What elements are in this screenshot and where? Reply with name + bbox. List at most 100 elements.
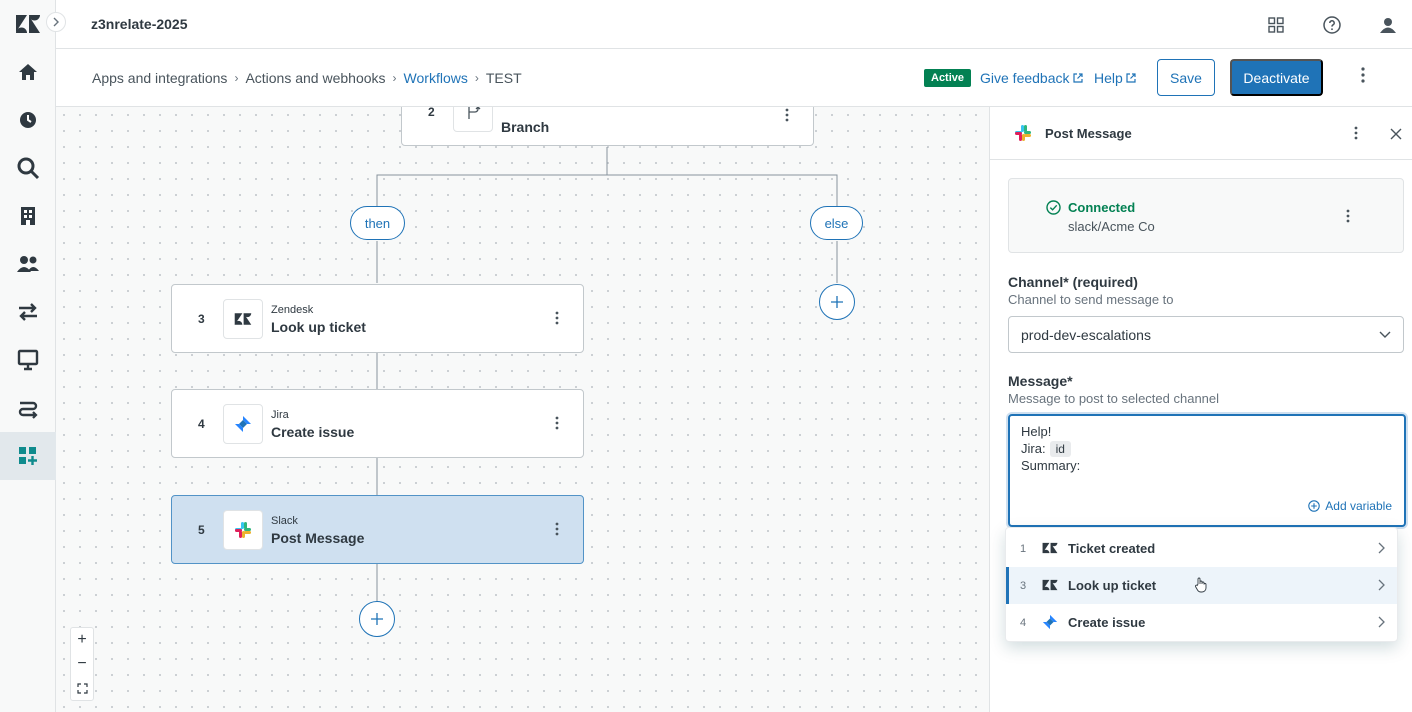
channel-hint: Channel to send message to [1008,292,1174,307]
add-step-else-button[interactable] [819,284,855,320]
workflow-icon [18,401,38,419]
breadcrumb-actions[interactable]: Actions and webhooks [245,70,385,86]
message-line-1: Help! [1021,424,1052,439]
hand-cursor-icon [1195,577,1207,593]
step-options-button[interactable] [555,416,559,433]
workflow-step-5[interactable]: 5 Slack Post Message [171,495,584,564]
message-textarea[interactable]: Help! Jira: id Summary: Add variable [1008,414,1406,527]
user-icon [1380,18,1396,33]
workflow-canvas[interactable]: 2 Branch then else 3 Zendesk Look up tic… [56,107,989,712]
branch-else-pill[interactable]: else [810,206,863,240]
save-button[interactable]: Save [1157,59,1215,96]
step-options-button[interactable] [785,108,789,125]
step-title: Look up ticket [271,319,366,335]
top-header: z3nrelate-2025 [56,0,1412,49]
collapse-nav-button[interactable] [46,12,66,32]
close-panel-button[interactable] [1390,127,1402,143]
panel-options-button[interactable] [1354,126,1358,143]
connection-options-button[interactable] [1346,209,1350,226]
breadcrumb-workflows[interactable]: Workflows [404,70,468,86]
deactivate-button[interactable]: Deactivate [1230,59,1323,96]
workflow-step-4[interactable]: 4 Jira Create issue [171,389,584,458]
profile-button[interactable] [1377,14,1399,36]
chevron-right-icon: › [234,71,239,85]
branch-then-pill[interactable]: then [350,206,405,240]
zendesk-icon [1042,579,1058,591]
jira-app-icon [223,404,263,444]
search-icon [17,157,40,180]
connection-card: Connected slack/Acme Co [1008,178,1404,253]
channel-value: prod-dev-escalations [1021,327,1151,343]
add-step-button[interactable] [359,601,395,637]
nav-organizations[interactable] [0,192,56,240]
add-variable-label: Add variable [1325,499,1392,513]
step-number: 3 [198,311,205,326]
fit-screen-icon [76,682,88,694]
step-title: Branch [501,119,550,135]
monitor-icon [17,349,39,371]
users-icon [17,256,39,272]
option-number: 1 [1020,542,1027,555]
message-label: Message* [1008,373,1073,389]
step-number: 2 [428,107,435,119]
zendesk-logo-icon[interactable] [14,12,42,38]
channel-select[interactable]: prod-dev-escalations [1008,316,1404,353]
arrows-icon [19,303,37,321]
step-options-button[interactable] [555,311,559,328]
help-link[interactable]: Help [1094,70,1136,86]
nav-reporting[interactable] [0,288,56,336]
panel-header: Post Message [990,107,1412,160]
product-tray-button[interactable] [1265,14,1287,36]
add-variable-button[interactable]: Add variable [1308,499,1392,513]
nav-workflows[interactable] [0,384,56,432]
breadcrumb-apps[interactable]: Apps and integrations [92,70,227,86]
channel-label: Channel* (required) [1008,274,1138,290]
chevron-right-icon [1378,616,1385,628]
kebab-icon [1346,209,1350,223]
workflow-step-branch[interactable]: 2 Branch [401,107,814,146]
nav-workspaces[interactable] [0,336,56,384]
option-number: 3 [1020,579,1027,592]
nav-views[interactable] [0,96,56,144]
give-feedback-link[interactable]: Give feedback [980,70,1083,86]
jira-icon [1042,614,1058,630]
message-line-2-text: Jira: [1021,441,1046,456]
help-label: Help [1094,70,1123,86]
nav-search[interactable] [0,144,56,192]
step-options-button[interactable] [555,522,559,539]
kebab-icon [1361,67,1365,83]
zoom-out-button[interactable]: − [71,652,93,676]
more-options-button[interactable] [1361,67,1365,86]
plus-circle-icon [1308,500,1321,512]
zoom-in-button[interactable]: + [71,628,93,652]
clock-icon [20,112,36,128]
help-center-button[interactable] [1321,14,1343,36]
page-toolbar: Apps and integrations › Actions and webh… [56,49,1412,107]
workflow-step-3[interactable]: 3 Zendesk Look up ticket [171,284,584,353]
variable-option-ticket-created[interactable]: 1 Ticket created [1006,530,1397,567]
step-number: 5 [198,522,205,537]
jira-icon [235,416,251,432]
zoom-controls: + − [70,627,94,701]
variable-chip[interactable]: id [1049,441,1071,457]
chevron-right-icon: › [392,71,397,85]
give-feedback-label: Give feedback [980,70,1070,86]
chevron-down-icon [1379,331,1391,338]
slack-icon [1015,125,1031,141]
step-title: Post Message [271,530,365,546]
breadcrumb: Apps and integrations › Actions and webh… [92,70,522,86]
nav-home[interactable] [0,48,56,96]
branch-icon [468,107,481,119]
message-line-3: Summary: [1021,458,1081,473]
branch-step-icon [453,107,493,132]
fit-view-button[interactable] [71,676,93,700]
close-icon [1390,128,1402,140]
kebab-icon [1354,126,1358,140]
external-link-icon [1072,73,1083,83]
kebab-icon [785,108,789,122]
nav-apps[interactable] [0,432,56,480]
kebab-icon [555,311,559,325]
nav-customers[interactable] [0,240,56,288]
chevron-right-icon: › [474,71,479,85]
variable-option-create-issue[interactable]: 4 Create issue [1006,604,1397,641]
